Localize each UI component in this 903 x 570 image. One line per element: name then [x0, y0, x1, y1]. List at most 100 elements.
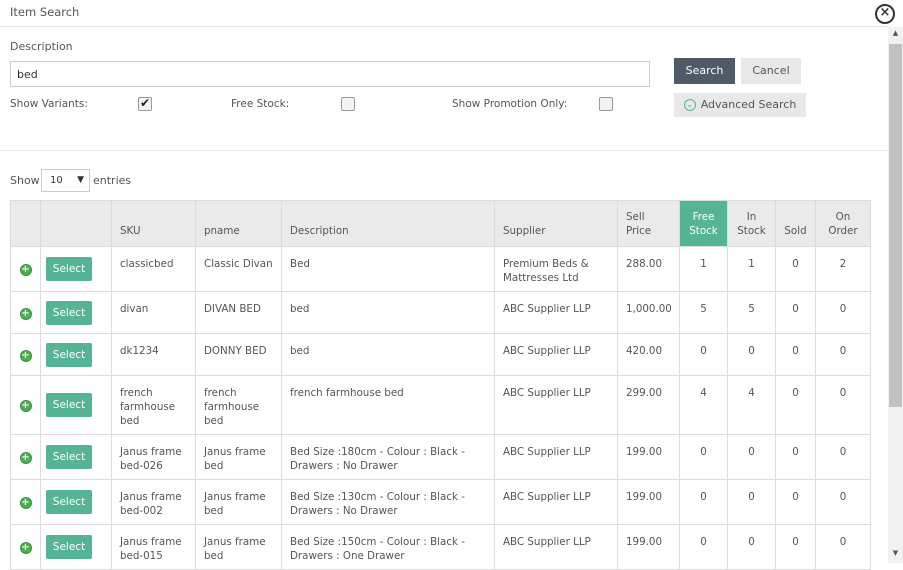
- in-stock-cell: 5: [727, 291, 776, 334]
- pname-cell: Janus frame bed: [195, 434, 282, 480]
- dropdown-arrow-icon: ▼: [77, 175, 84, 185]
- expand-cell[interactable]: +: [10, 291, 41, 334]
- select-cell: Select: [40, 479, 112, 525]
- entries-per-page-select[interactable]: 10 ▼: [41, 169, 90, 192]
- chevron-down-circle-icon: ⌄: [683, 99, 696, 111]
- supplier-cell: ABC Supplier LLP: [494, 479, 618, 525]
- results-table: SKU pname Description Supplier Sell Pric…: [10, 200, 871, 570]
- scroll-down-arrow-icon[interactable]: ▼: [888, 549, 903, 561]
- expand-cell[interactable]: +: [10, 434, 41, 480]
- select-button[interactable]: Select: [46, 342, 92, 367]
- header-sell-price[interactable]: Sell Price: [617, 200, 680, 247]
- dialog-title: Item Search: [10, 5, 80, 19]
- advanced-search-button[interactable]: ⌄ Advanced Search: [674, 93, 806, 117]
- sell-price-cell: 1,000.00: [617, 291, 680, 334]
- on-order-cell: 0: [815, 375, 871, 435]
- expand-plus-icon[interactable]: +: [19, 264, 32, 276]
- cancel-button[interactable]: Cancel: [741, 58, 801, 84]
- select-cell: Select: [40, 291, 112, 334]
- sku-cell: classicbed: [111, 246, 196, 292]
- sell-price-cell: 299.00: [617, 375, 680, 435]
- entries-value: 10: [50, 175, 63, 186]
- in-stock-cell: 1: [727, 246, 776, 292]
- sell-price-cell: 420.00: [617, 333, 680, 376]
- sold-cell: 0: [775, 246, 816, 292]
- pname-cell: french farmhouse bed: [195, 375, 282, 435]
- sku-cell: divan: [111, 291, 196, 334]
- pname-cell: Janus frame bed: [195, 479, 282, 525]
- expand-plus-icon[interactable]: +: [19, 497, 32, 509]
- free-stock-cell: 0: [679, 434, 728, 480]
- table-row: + Select dk1234 DONNY BED bed ABC Suppli…: [10, 333, 871, 376]
- sold-cell: 0: [775, 375, 816, 435]
- expand-plus-icon[interactable]: +: [19, 349, 32, 362]
- select-cell: Select: [40, 375, 112, 435]
- free-stock-cell: 1: [679, 246, 728, 292]
- free-stock-label: Free Stock:: [231, 98, 290, 110]
- select-button[interactable]: Select: [46, 300, 92, 325]
- expand-plus-icon[interactable]: +: [19, 452, 32, 464]
- select-cell: Select: [40, 333, 112, 376]
- pname-cell: DONNY BED: [195, 333, 282, 376]
- header-expand: [10, 200, 41, 247]
- header-description[interactable]: Description: [281, 200, 495, 247]
- expand-plus-icon[interactable]: +: [19, 307, 32, 320]
- show-promotion-checkbox[interactable]: [599, 97, 613, 111]
- show-variants-label: Show Variants:: [10, 98, 88, 110]
- on-order-cell: 0: [815, 479, 871, 525]
- sell-price-cell: 199.00: [617, 479, 680, 525]
- free-stock-cell: 0: [679, 333, 728, 376]
- header-sold[interactable]: Sold: [775, 200, 816, 247]
- vertical-scrollbar[interactable]: ▲ ▼: [888, 27, 903, 563]
- table-row: + Select Janus frame bed-026 Janus frame…: [10, 434, 871, 480]
- header-pname[interactable]: pname: [195, 200, 282, 247]
- free-stock-cell: 0: [679, 479, 728, 525]
- description-search-input[interactable]: [10, 61, 650, 87]
- sku-cell: Janus frame bed-026: [111, 434, 196, 480]
- free-stock-cell: 5: [679, 291, 728, 334]
- in-stock-cell: 4: [727, 375, 776, 435]
- supplier-cell: ABC Supplier LLP: [494, 375, 618, 435]
- close-icon[interactable]: ×: [875, 4, 895, 24]
- header-sku[interactable]: SKU: [111, 200, 196, 247]
- expand-cell[interactable]: +: [10, 246, 41, 292]
- pname-cell: DIVAN BED: [195, 291, 282, 334]
- description-cell: french farmhouse bed: [281, 375, 495, 435]
- in-stock-cell: 0: [727, 434, 776, 480]
- scroll-up-arrow-icon[interactable]: ▲: [888, 29, 903, 41]
- supplier-cell: ABC Supplier LLP: [494, 333, 618, 376]
- on-order-cell: 0: [815, 291, 871, 334]
- expand-cell[interactable]: +: [10, 479, 41, 525]
- on-order-cell: 0: [815, 333, 871, 376]
- sku-cell: dk1234: [111, 333, 196, 376]
- expand-cell[interactable]: +: [10, 333, 41, 376]
- expand-cell[interactable]: +: [10, 375, 41, 435]
- description-cell: bed: [281, 291, 495, 334]
- free-stock-checkbox[interactable]: [341, 97, 355, 111]
- show-variants-checkbox[interactable]: ✔: [138, 97, 152, 111]
- description-cell: Bed: [281, 246, 495, 292]
- in-stock-cell: 0: [727, 479, 776, 525]
- select-button[interactable]: Select: [46, 257, 92, 281]
- sell-price-cell: 199.00: [617, 434, 680, 480]
- description-cell: Bed Size :130cm - Colour : Black - Drawe…: [281, 479, 495, 525]
- header-supplier[interactable]: Supplier: [494, 200, 618, 247]
- dialog-header: Item Search: [0, 0, 888, 27]
- search-button[interactable]: Search: [674, 58, 735, 84]
- on-order-cell: 2: [815, 246, 871, 292]
- sell-price-cell: 288.00: [617, 246, 680, 292]
- select-cell: Select: [40, 246, 112, 292]
- select-button[interactable]: Select: [46, 490, 92, 514]
- header-in-stock[interactable]: In Stock: [727, 200, 776, 247]
- scrollbar-thumb[interactable]: [889, 44, 902, 407]
- select-button[interactable]: Select: [46, 445, 92, 469]
- expand-plus-icon[interactable]: +: [19, 542, 32, 554]
- header-free-stock[interactable]: Free Stock: [679, 200, 728, 247]
- expand-plus-icon[interactable]: +: [19, 400, 32, 412]
- supplier-cell: Premium Beds & Mattresses Ltd: [494, 246, 618, 292]
- select-button[interactable]: Select: [46, 393, 92, 417]
- checkmark-icon: ✔: [139, 96, 151, 110]
- select-button[interactable]: Select: [46, 535, 92, 559]
- header-on-order[interactable]: On Order: [815, 200, 871, 247]
- sold-cell: 0: [775, 434, 816, 480]
